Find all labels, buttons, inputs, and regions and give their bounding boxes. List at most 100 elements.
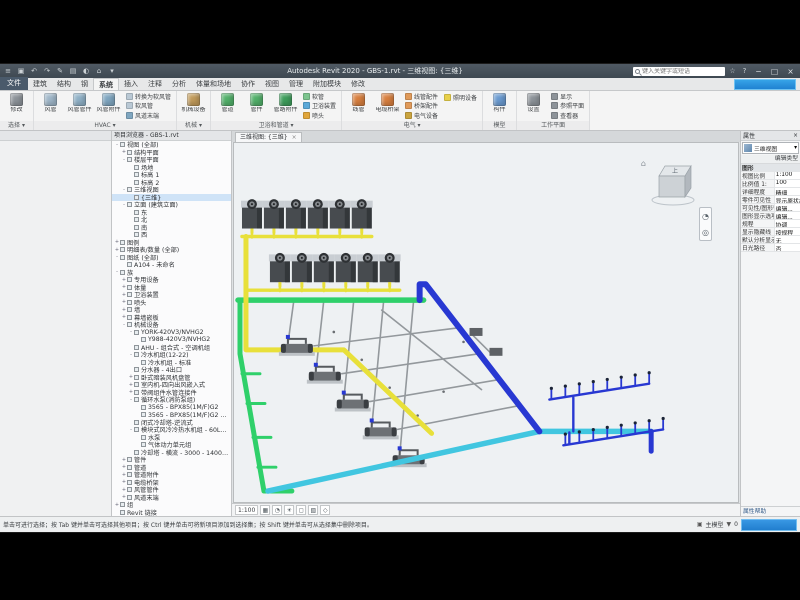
- property-value[interactable]: 按规程: [774, 228, 800, 235]
- tree-item[interactable]: -循环水泵(消防泵组): [112, 396, 231, 404]
- ribbon-tab-插入[interactable]: 插入: [119, 78, 143, 90]
- ribbon-button[interactable]: 修改: [3, 92, 30, 120]
- ribbon-tab-管理[interactable]: 管理: [284, 78, 308, 90]
- search-input[interactable]: [642, 68, 723, 75]
- edit-type-button[interactable]: 编辑类型: [741, 155, 800, 164]
- properties-help-link[interactable]: 属性帮助: [741, 506, 800, 516]
- ribbon-button[interactable]: 转换为软风管: [124, 92, 173, 101]
- ribbon-button[interactable]: 电缆桥架: [374, 92, 401, 120]
- ribbon-tab-体量和场地[interactable]: 体量和场地: [191, 78, 236, 90]
- tree-item[interactable]: -图纸 (全部): [112, 254, 231, 262]
- ribbon-button[interactable]: 软管: [301, 92, 338, 101]
- tree-item[interactable]: 冷却塔 - 横流 - 3000 - 14000 kW: [112, 449, 231, 457]
- ribbon-button[interactable]: 构件: [486, 92, 513, 120]
- qat-button-3[interactable]: ↷: [42, 66, 52, 77]
- ribbon-tab-注释[interactable]: 注释: [143, 78, 167, 90]
- ribbon-button[interactable]: 风道末端: [124, 111, 173, 120]
- tree-item[interactable]: 气体动力单元组: [112, 441, 231, 449]
- ribbon-button[interactable]: 参照平面: [549, 101, 586, 110]
- ribbon-group-label[interactable]: 机械 ▾: [177, 121, 210, 130]
- tree-item[interactable]: -机械设备: [112, 321, 231, 329]
- view-control-icon-0[interactable]: ▦: [260, 505, 270, 515]
- tree-item[interactable]: +卧式暗装风机盘管: [112, 374, 231, 382]
- property-value[interactable]: 显示原状态: [774, 196, 800, 203]
- tree-item[interactable]: -立面 (建筑立面): [112, 201, 231, 209]
- tree-item[interactable]: -YORK-420V3/NVHG2: [112, 329, 231, 337]
- tree-item[interactable]: +带阀组件水管连接件: [112, 389, 231, 397]
- tree-item[interactable]: +组: [112, 501, 231, 509]
- tree-item[interactable]: +风管管件: [112, 486, 231, 494]
- active-model-label[interactable]: 主模型: [706, 520, 724, 529]
- ribbon-tab-附加模块[interactable]: 附加模块: [308, 78, 346, 90]
- tree-item[interactable]: 标高 1: [112, 171, 231, 179]
- cooling-tower-bank-a[interactable]: [241, 199, 373, 233]
- tree-item[interactable]: Y988-420V3/NVHG2: [112, 336, 231, 344]
- tree-item[interactable]: 南: [112, 224, 231, 232]
- qat-button-2[interactable]: ↶: [29, 66, 39, 77]
- view-control-icon-1[interactable]: ◔: [272, 505, 282, 515]
- tree-item[interactable]: 西: [112, 231, 231, 239]
- view-control-icon-4[interactable]: ▧: [308, 505, 318, 515]
- property-value[interactable]: 编辑...: [774, 204, 800, 211]
- view-tab-3d[interactable]: 三维视图: {三维} ×: [235, 132, 302, 142]
- worksets-icon[interactable]: ▣: [697, 521, 703, 528]
- tree-item[interactable]: +幕墙嵌板: [112, 314, 231, 322]
- tree-item[interactable]: +管道: [112, 464, 231, 472]
- tree-item[interactable]: +管道附件: [112, 471, 231, 479]
- tree-item[interactable]: +明细表/数量 (全部): [112, 246, 231, 254]
- qat-button-5[interactable]: ▤: [68, 66, 78, 77]
- ribbon-tab-修改[interactable]: 修改: [346, 78, 370, 90]
- property-value[interactable]: 编辑...: [774, 212, 800, 219]
- viewcube-home-icon[interactable]: ⌂: [641, 159, 646, 168]
- subscription-banner[interactable]: [734, 79, 796, 90]
- tree-item[interactable]: +喷头: [112, 299, 231, 307]
- ribbon-button[interactable]: 线管配件: [403, 92, 440, 101]
- help-icon[interactable]: ?: [740, 67, 749, 75]
- ribbon-group-label[interactable]: HVAC ▾: [34, 121, 176, 130]
- help-search-box[interactable]: [633, 67, 725, 76]
- ribbon-button[interactable]: 卫浴装置: [301, 101, 338, 110]
- ribbon-button[interactable]: 软风管: [124, 101, 173, 110]
- tree-item[interactable]: A104 - 未命名: [112, 261, 231, 269]
- property-value[interactable]: 否: [774, 244, 800, 251]
- ribbon-button[interactable]: 风管管件: [66, 92, 93, 120]
- tree-item[interactable]: 东: [112, 209, 231, 217]
- ribbon-tab-视图[interactable]: 视图: [260, 78, 284, 90]
- view-control-icon-2[interactable]: ☀: [284, 505, 294, 515]
- ribbon-group-label[interactable]: 工作平面: [517, 121, 589, 130]
- ribbon-button[interactable]: 照明设备: [442, 92, 479, 102]
- tree-item[interactable]: 3565 - BPX85(1M/F)G2: [112, 404, 231, 412]
- ribbon-button[interactable]: 设置: [520, 92, 547, 120]
- tree-item[interactable]: 冷水机组 - 标准: [112, 359, 231, 367]
- view-tab-close-icon[interactable]: ×: [292, 133, 297, 142]
- qat-button-1[interactable]: ▣: [16, 66, 26, 77]
- ribbon-group-label[interactable]: 卫浴和管道 ▾: [211, 121, 341, 130]
- view-control-icon-5[interactable]: ◇: [320, 505, 330, 515]
- tree-item[interactable]: +电缆桥架: [112, 479, 231, 487]
- maximize-button[interactable]: □: [768, 67, 781, 76]
- ribbon-button[interactable]: 桥架配件: [403, 101, 440, 110]
- property-value[interactable]: 1:100: [774, 172, 800, 179]
- ribbon-button[interactable]: 管路附件: [272, 92, 299, 120]
- ribbon-button[interactable]: 线管: [345, 92, 372, 120]
- ribbon-button[interactable]: 管件: [243, 92, 270, 120]
- tree-item[interactable]: 水泵: [112, 434, 231, 442]
- qat-button-6[interactable]: ◐: [81, 66, 91, 77]
- tree-item[interactable]: -三维视图: [112, 186, 231, 194]
- view-control-icon-3[interactable]: ◻: [296, 505, 306, 515]
- tree-item[interactable]: -族: [112, 269, 231, 277]
- close-button[interactable]: ×: [784, 67, 797, 76]
- type-selector-dropdown-icon[interactable]: ▾: [794, 145, 797, 151]
- ribbon-button[interactable]: 电气设备: [403, 111, 440, 120]
- tree-item[interactable]: -视图 (全部): [112, 141, 231, 149]
- tree-item[interactable]: -冷水机组(12-22): [112, 351, 231, 359]
- ribbon-button[interactable]: 机械设备: [180, 92, 207, 120]
- ribbon-button[interactable]: 查看器: [549, 111, 586, 120]
- ribbon-button[interactable]: 管道: [214, 92, 241, 120]
- drawing-canvas[interactable]: ⌂ 上 ◔◎: [233, 142, 739, 503]
- ribbon-tab-钢[interactable]: 钢: [76, 78, 93, 90]
- tree-item[interactable]: -模块式风冷冷热水机组 - 60LM - 0 舱 - 用暖通 - 100-175…: [112, 426, 231, 434]
- tree-item[interactable]: 分水器 - 4出口: [112, 366, 231, 374]
- property-value[interactable]: 精细: [774, 188, 800, 195]
- tree-item[interactable]: +结构平面: [112, 149, 231, 157]
